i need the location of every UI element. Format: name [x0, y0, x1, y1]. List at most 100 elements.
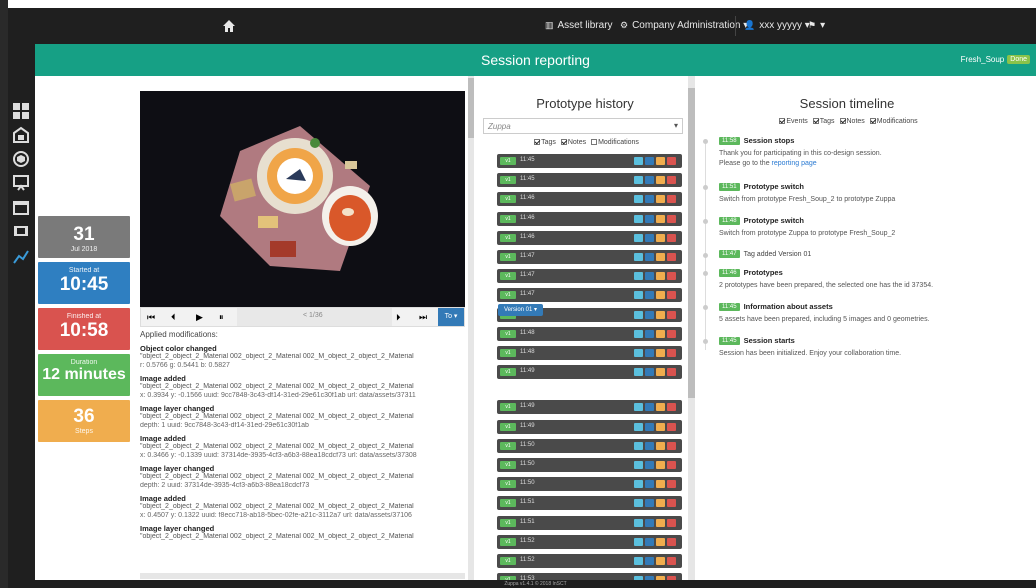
version-row[interactable]: v1 11:45: [497, 154, 682, 168]
previous-step-button[interactable]: ⏴: [171, 312, 176, 323]
last-step-button[interactable]: ⏭: [419, 312, 427, 323]
prototype-select[interactable]: Zuppa ▾: [483, 118, 683, 134]
edit-icon[interactable]: [645, 291, 654, 300]
presentation-icon[interactable]: [12, 174, 30, 192]
company-admin-menu[interactable]: ⚙ Company Administration ▾: [620, 20, 748, 31]
edit-icon[interactable]: [645, 368, 654, 377]
copy-icon[interactable]: [656, 422, 665, 431]
copy-icon[interactable]: [656, 157, 665, 165]
edit-icon[interactable]: [645, 403, 654, 412]
view-icon[interactable]: [634, 310, 643, 319]
edit-icon[interactable]: [645, 233, 654, 242]
version-row[interactable]: v1 11:46: [497, 192, 682, 207]
view-icon[interactable]: [634, 176, 643, 185]
dashboard-icon[interactable]: [12, 102, 30, 120]
version-row[interactable]: v1 11:46: [497, 211, 682, 226]
delete-icon[interactable]: [667, 461, 676, 469]
scrollbar-thumb[interactable]: [688, 88, 695, 398]
edit-icon[interactable]: [645, 480, 654, 489]
view-icon[interactable]: [634, 480, 643, 489]
edit-icon[interactable]: [645, 441, 654, 450]
version-row[interactable]: v1 11:50: [497, 458, 682, 472]
store-icon[interactable]: [12, 126, 30, 144]
copy-icon[interactable]: [656, 557, 665, 565]
edit-icon[interactable]: [645, 422, 654, 431]
view-icon[interactable]: [634, 422, 643, 431]
view-icon[interactable]: [634, 253, 643, 261]
delete-icon[interactable]: [667, 518, 676, 527]
version-row[interactable]: v1 11:50: [497, 477, 682, 492]
copy-icon[interactable]: [656, 537, 665, 546]
edit-icon[interactable]: [645, 557, 654, 565]
version-row[interactable]: v1 11:49: [497, 400, 682, 415]
delete-icon[interactable]: [667, 403, 676, 412]
copy-icon[interactable]: [656, 176, 665, 185]
delete-icon[interactable]: [667, 233, 676, 242]
edit-icon[interactable]: [645, 176, 654, 185]
delete-icon[interactable]: [667, 480, 676, 489]
view-icon[interactable]: [634, 195, 643, 204]
delete-icon[interactable]: [667, 195, 676, 204]
notes-checkbox[interactable]: [560, 139, 567, 145]
tags-checkbox[interactable]: [812, 118, 819, 124]
view-icon[interactable]: [634, 233, 643, 242]
cube-icon[interactable]: [12, 150, 30, 168]
view-icon[interactable]: [634, 518, 643, 527]
delete-icon[interactable]: [667, 291, 676, 300]
copy-icon[interactable]: [656, 329, 665, 338]
edit-icon[interactable]: [645, 157, 654, 165]
reporting-page-link[interactable]: reporting page: [772, 160, 817, 167]
pause-button[interactable]: ⏸: [219, 312, 224, 323]
delete-icon[interactable]: [667, 422, 676, 431]
delete-icon[interactable]: [667, 537, 676, 546]
delete-icon[interactable]: [667, 157, 676, 165]
copy-icon[interactable]: [656, 403, 665, 412]
calendar-icon[interactable]: [12, 198, 30, 216]
copy-icon[interactable]: [656, 291, 665, 300]
first-step-button[interactable]: ⏮: [147, 312, 155, 323]
copy-icon[interactable]: [656, 272, 665, 281]
version-row[interactable]: v1 11:52: [497, 534, 682, 549]
prototype-scrollbar[interactable]: [688, 76, 695, 588]
version-row[interactable]: v1 11:49: [497, 365, 682, 380]
modifications-checkbox[interactable]: [869, 118, 876, 124]
user-menu[interactable]: 👤 xxx yyyyy ▾: [744, 20, 810, 31]
version-row[interactable]: v1 11:47: [497, 250, 682, 264]
view-icon[interactable]: [634, 537, 643, 546]
edit-icon[interactable]: [645, 499, 654, 508]
edit-icon[interactable]: [645, 518, 654, 527]
version-row[interactable]: v1 11:45: [497, 173, 682, 188]
copy-icon[interactable]: [656, 310, 665, 319]
edit-icon[interactable]: [645, 214, 654, 223]
edit-icon[interactable]: [645, 253, 654, 261]
home-icon[interactable]: [222, 19, 236, 33]
view-icon[interactable]: [634, 291, 643, 300]
copy-icon[interactable]: [656, 480, 665, 489]
play-button[interactable]: ▶: [196, 312, 203, 323]
version-row[interactable]: v1 11:48: [497, 346, 682, 360]
edit-icon[interactable]: [645, 195, 654, 204]
edit-icon[interactable]: [645, 537, 654, 546]
delete-icon[interactable]: [667, 176, 676, 185]
flag-menu[interactable]: ⚑ ▾: [808, 20, 825, 31]
view-icon[interactable]: [634, 557, 643, 565]
delete-icon[interactable]: [667, 329, 676, 338]
version-tag[interactable]: Version 01 ▾: [498, 304, 544, 316]
delete-icon[interactable]: [667, 272, 676, 281]
view-icon[interactable]: [634, 368, 643, 377]
copy-icon[interactable]: [656, 233, 665, 242]
delete-icon[interactable]: [667, 253, 676, 261]
edit-icon[interactable]: [645, 310, 654, 319]
copy-icon[interactable]: [656, 253, 665, 261]
delete-icon[interactable]: [667, 310, 676, 319]
view-icon[interactable]: [634, 329, 643, 338]
left-panel-scrollbar[interactable]: [468, 76, 474, 581]
film-icon[interactable]: [12, 222, 30, 240]
view-icon[interactable]: [634, 349, 643, 357]
version-row[interactable]: v1 11:47: [497, 288, 682, 303]
modifications-hscrollbar[interactable]: [140, 573, 465, 579]
copy-icon[interactable]: [656, 214, 665, 223]
chart-line-icon[interactable]: [12, 248, 30, 266]
delete-icon[interactable]: [667, 557, 676, 565]
view-icon[interactable]: [634, 214, 643, 223]
